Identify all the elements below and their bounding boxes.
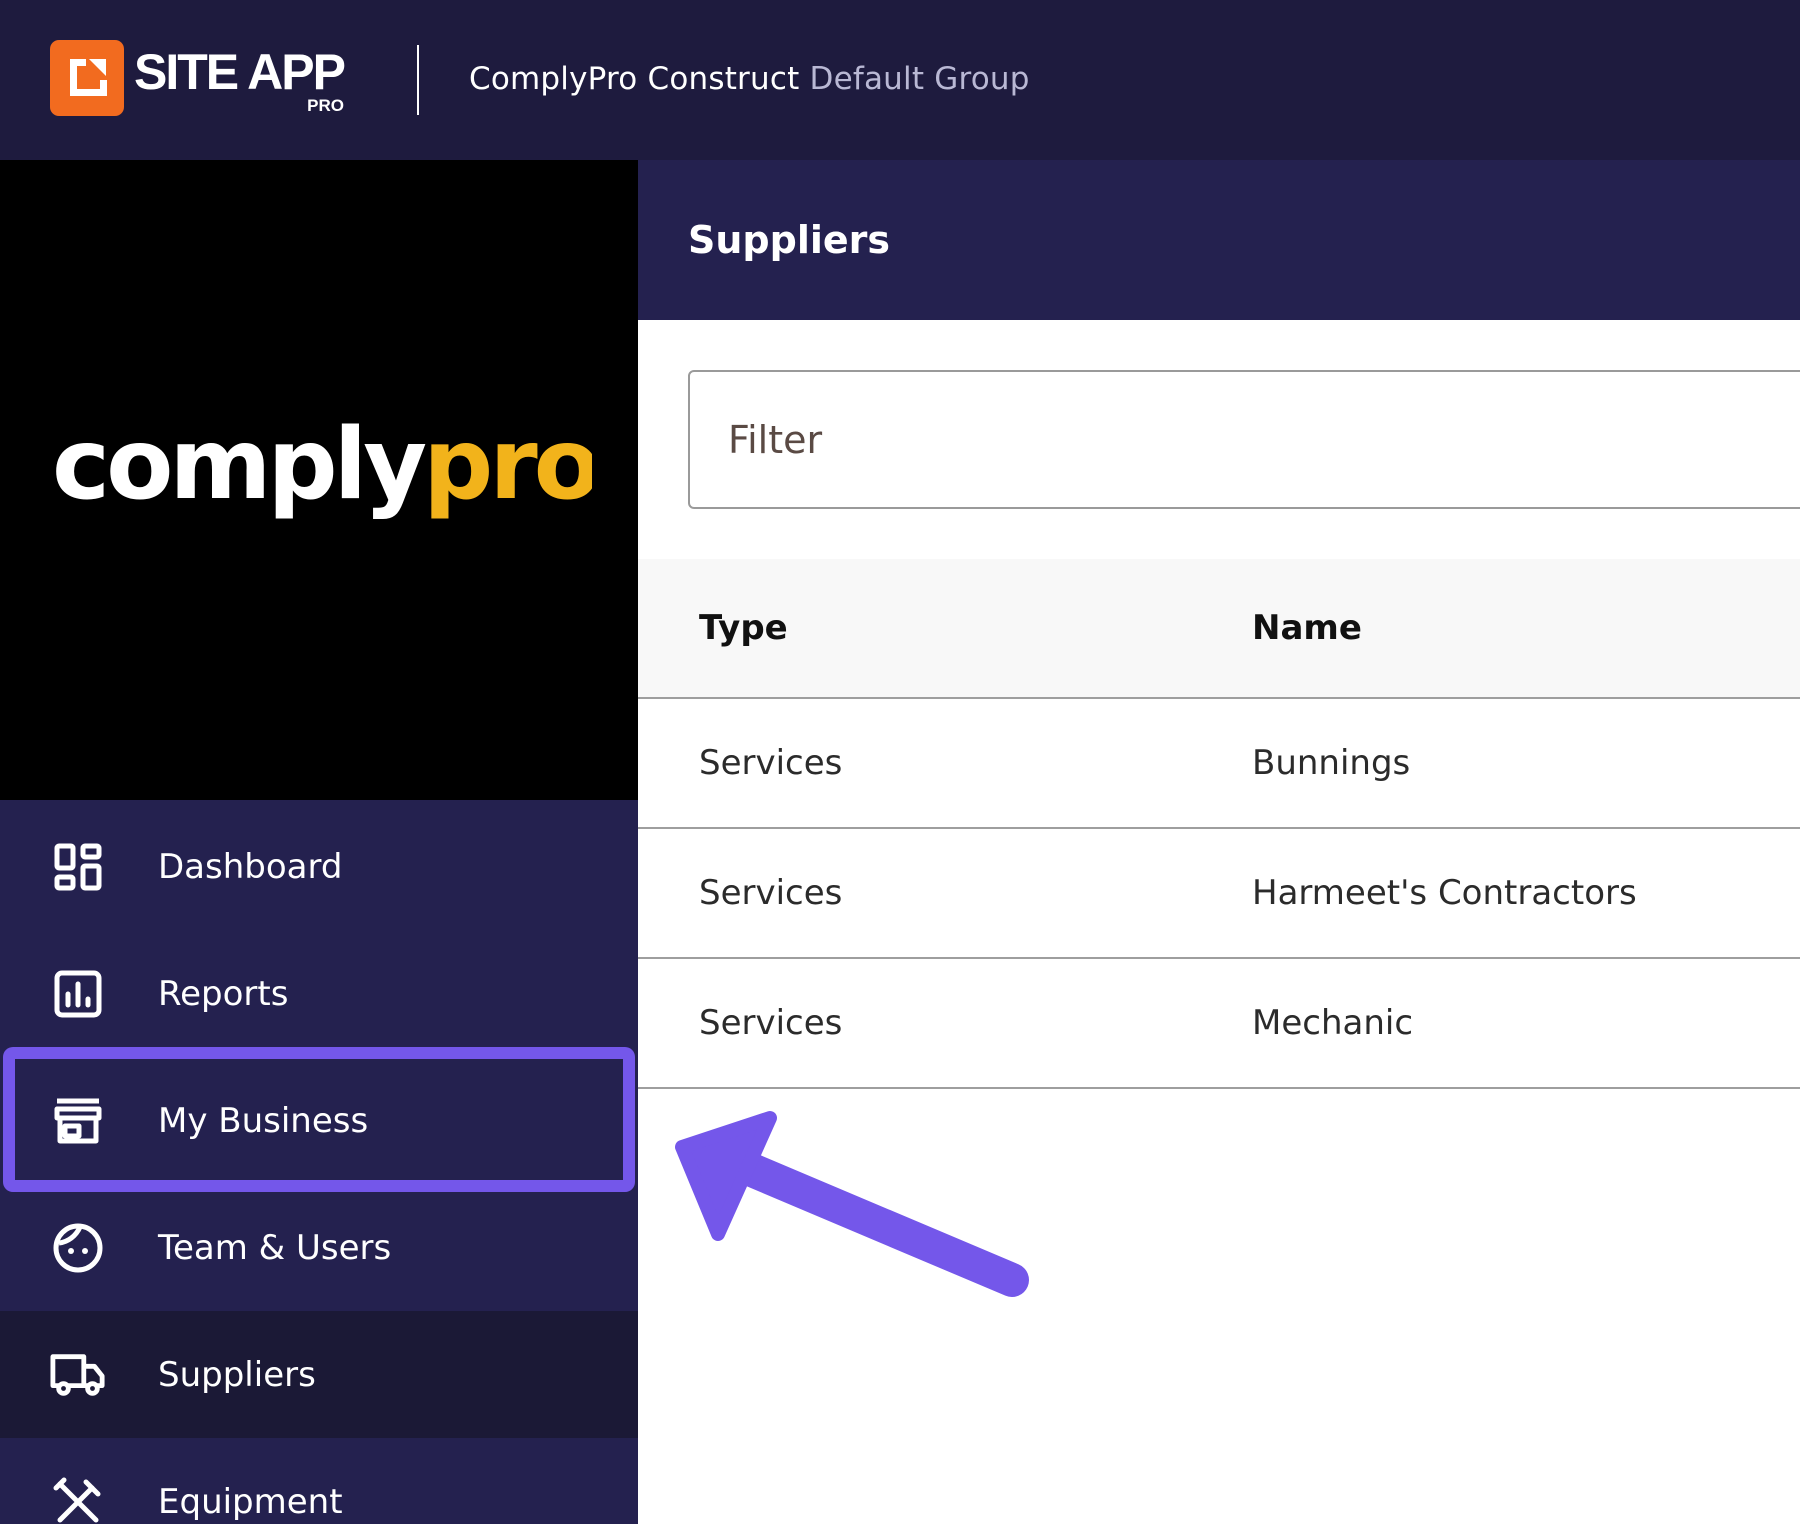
main-content: Suppliers Type Name Services Bunnings Se…: [638, 160, 1800, 1524]
table-row[interactable]: Services Bunnings: [638, 699, 1800, 829]
page-header: Suppliers: [638, 160, 1800, 320]
cell-type: Services: [699, 873, 843, 913]
dashboard-icon: [50, 839, 106, 895]
table-row[interactable]: Services Mechanic: [638, 959, 1800, 1089]
cell-type: Services: [699, 743, 843, 783]
header-divider: [417, 45, 419, 115]
face-icon: [50, 1220, 106, 1276]
sidebar-item-label: Team & Users: [158, 1227, 392, 1268]
client-logo-left: comply: [52, 420, 426, 522]
sidebar-item-label: Suppliers: [158, 1354, 316, 1395]
cell-name: Harmeet's Contractors: [1252, 873, 1637, 913]
org-title: ComplyPro Construct Default Group: [469, 58, 1030, 100]
sidebar-item-label: My Business: [158, 1100, 369, 1141]
store-icon: [50, 1093, 106, 1149]
svg-text:complypro: complypro: [52, 420, 592, 522]
site-app-logo-icon: [50, 40, 124, 116]
sidebar-item-label: Equipment: [158, 1481, 343, 1522]
sidebar-item-equipment[interactable]: Equipment: [0, 1438, 638, 1524]
brand-name: SITE APP: [134, 44, 346, 100]
reports-icon: [50, 966, 106, 1022]
sidebar-item-reports[interactable]: Reports: [0, 930, 638, 1057]
cell-type: Services: [699, 1003, 843, 1043]
brand-subtitle: PRO: [307, 96, 344, 115]
sidebar-item-team-users[interactable]: Team & Users: [0, 1184, 638, 1311]
truck-icon: [50, 1347, 106, 1403]
table-row[interactable]: Services Harmeet's Contractors: [638, 829, 1800, 959]
client-logo-right: pro: [423, 420, 592, 522]
column-header-type[interactable]: Type: [699, 559, 788, 697]
sidebar-item-suppliers[interactable]: Suppliers: [0, 1311, 638, 1438]
page-title: Suppliers: [688, 218, 891, 262]
sidebar-item-label: Dashboard: [158, 846, 343, 887]
filter-input[interactable]: [688, 370, 1800, 509]
client-logo-panel: complypro: [0, 160, 638, 800]
column-header-name[interactable]: Name: [1252, 559, 1362, 697]
org-name: ComplyPro Construct: [469, 61, 800, 97]
sidebar-item-my-business[interactable]: My Business: [0, 1057, 638, 1184]
suppliers-table: Type Name Services Bunnings Services Har…: [638, 559, 1800, 1089]
org-group: Default Group: [809, 61, 1030, 97]
table-header: Type Name: [638, 559, 1800, 699]
sidebar-item-dashboard[interactable]: Dashboard: [0, 803, 638, 930]
top-bar: SITE APP PRO ComplyPro Construct Default…: [0, 0, 1800, 160]
sidebar-item-label: Reports: [158, 973, 289, 1014]
cell-name: Mechanic: [1252, 1003, 1414, 1043]
cell-name: Bunnings: [1252, 743, 1411, 783]
tools-icon: [50, 1474, 106, 1524]
client-logo: complypro: [52, 420, 592, 522]
sidebar: complypro Dashboard Reports My Business …: [0, 160, 638, 1524]
brand-logo[interactable]: SITE APP PRO: [50, 38, 346, 118]
